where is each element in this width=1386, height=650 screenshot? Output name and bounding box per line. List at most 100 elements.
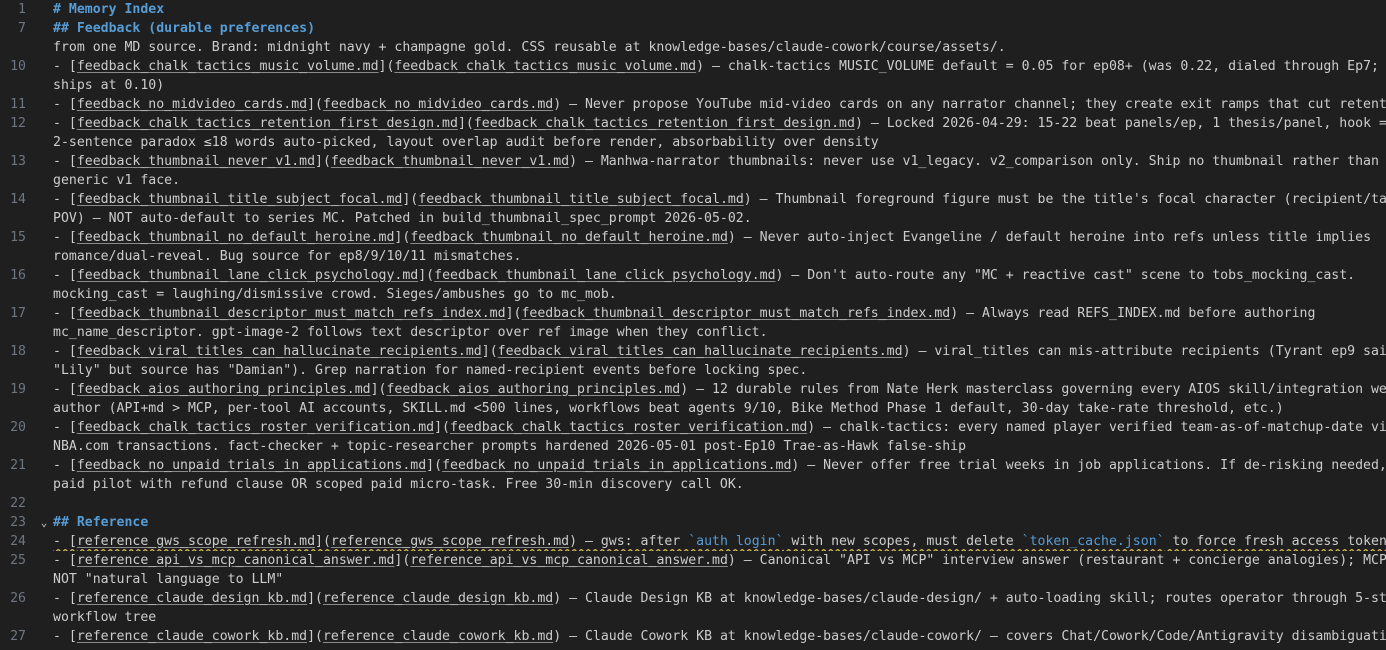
line-content[interactable]: - [reference_gws_scope_refresh.md](refer… xyxy=(52,532,1386,551)
link-text[interactable]: feedback_viral_titles_can_hallucinate_re… xyxy=(77,344,482,359)
link-target[interactable]: feedback_chalk_tactics_retention_first_d… xyxy=(474,116,855,131)
link-text[interactable]: feedback_thumbnail_lane_click_psychology… xyxy=(77,268,418,283)
link-target[interactable]: feedback_thumbnail_descriptor_must_match… xyxy=(521,306,950,321)
line-content[interactable]: NOT "natural language to LLM" xyxy=(52,570,1386,589)
editor-line[interactable]: POV) — NOT auto-default to series MC. Pa… xyxy=(0,209,1386,228)
editor-line[interactable]: author (API+md > MCP, per-tool AI accoun… xyxy=(0,399,1386,418)
editor-line[interactable]: NBA.com transactions. fact-checker + top… xyxy=(0,437,1386,456)
line-content[interactable]: - [reference_api_vs_mcp_canonical_answer… xyxy=(52,551,1386,570)
editor-line[interactable]: "Lily" but source has "Damian"). Grep na… xyxy=(0,361,1386,380)
link-target[interactable]: feedback_no_unpaid_trials_in_application… xyxy=(442,458,791,473)
link-target[interactable]: feedback_thumbnail_never_v1.md xyxy=(331,154,569,169)
editor-line[interactable]: 24- [reference_gws_scope_refresh.md](ref… xyxy=(0,532,1386,551)
line-content[interactable]: ## Reference xyxy=(52,513,1386,532)
sticky-line[interactable]: 1 # Memory Index xyxy=(0,0,1386,19)
editor-line[interactable]: 2-sentence paradox ≤18 words auto-picked… xyxy=(0,133,1386,152)
editor-line[interactable]: workflow tree xyxy=(0,608,1386,627)
link-text[interactable]: reference_claude_design_kb.md xyxy=(77,591,307,606)
line-content[interactable]: - [feedback_thumbnail_descriptor_must_ma… xyxy=(52,304,1386,323)
line-content[interactable]: generic v1 face. xyxy=(52,171,1386,190)
line-content[interactable]: POV) — NOT auto-default to series MC. Pa… xyxy=(52,209,1386,228)
link-target[interactable]: feedback_thumbnail_title_subject_focal.m… xyxy=(418,192,744,207)
line-content[interactable]: - [feedback_no_unpaid_trials_in_applicat… xyxy=(52,456,1386,475)
editor-line[interactable]: from one MD source. Brand: midnight navy… xyxy=(0,38,1386,57)
link-text[interactable]: reference_api_vs_mcp_canonical_answer.md xyxy=(77,553,395,568)
editor-lines[interactable]: from one MD source. Brand: midnight navy… xyxy=(0,38,1386,646)
link-target[interactable]: feedback_chalk_tactics_music_volume.md xyxy=(394,59,696,74)
editor-line[interactable]: generic v1 face. xyxy=(0,171,1386,190)
line-content[interactable]: 2-sentence paradox ≤18 words auto-picked… xyxy=(52,133,1386,152)
editor-line[interactable]: 11- [feedback_no_midvideo_cards.md](feed… xyxy=(0,95,1386,114)
line-content[interactable]: mocking_cast = laughing/dismissive crowd… xyxy=(52,285,1386,304)
line-content[interactable]: - [feedback_aios_authoring_principles.md… xyxy=(52,380,1386,399)
sticky-line[interactable]: 7 ## Feedback (durable preferences) xyxy=(0,19,1386,38)
link-text[interactable]: feedback_no_midvideo_cards.md xyxy=(77,97,307,112)
link-target[interactable]: feedback_aios_authoring_principles.md xyxy=(386,382,680,397)
line-content[interactable]: - [feedback_thumbnail_title_subject_foca… xyxy=(52,190,1386,209)
link-text[interactable]: feedback_no_unpaid_trials_in_application… xyxy=(77,458,426,473)
editor-line[interactable]: 16- [feedback_thumbnail_lane_click_psych… xyxy=(0,266,1386,285)
link-target[interactable]: feedback_chalk_tactics_roster_verificati… xyxy=(450,420,807,435)
line-content[interactable]: - [feedback_chalk_tactics_music_volume.m… xyxy=(52,57,1386,76)
line-content[interactable]: - [reference_claude_cowork_kb.md](refere… xyxy=(52,627,1386,646)
link-target[interactable]: feedback_no_midvideo_cards.md xyxy=(323,97,553,112)
editor-line[interactable]: 10- [feedback_chalk_tactics_music_volume… xyxy=(0,57,1386,76)
line-content[interactable]: - [feedback_chalk_tactics_roster_verific… xyxy=(52,418,1386,437)
editor-line[interactable]: NOT "natural language to LLM" xyxy=(0,570,1386,589)
editor-line[interactable]: 15- [feedback_thumbnail_no_default_heroi… xyxy=(0,228,1386,247)
editor-line[interactable]: 27- [reference_claude_cowork_kb.md](refe… xyxy=(0,627,1386,646)
editor-line[interactable]: romance/dual-reveal. Bug source for ep8/… xyxy=(0,247,1386,266)
code-editor[interactable]: 1 # Memory Index 7 ## Feedback (durable … xyxy=(0,0,1386,650)
link-text[interactable]: feedback_thumbnail_never_v1.md xyxy=(77,154,315,169)
editor-line[interactable]: 23 ⌄ ## Reference xyxy=(0,513,1386,532)
link-text[interactable]: feedback_aios_authoring_principles.md xyxy=(77,382,371,397)
editor-line[interactable]: 18- [feedback_viral_titles_can_hallucina… xyxy=(0,342,1386,361)
line-content[interactable]: author (API+md > MCP, per-tool AI accoun… xyxy=(52,399,1386,418)
sticky-scroll-header[interactable]: 1 # Memory Index 7 ## Feedback (durable … xyxy=(0,0,1386,38)
link-target[interactable]: reference_gws_scope_refresh.md xyxy=(331,534,569,549)
line-content[interactable]: from one MD source. Brand: midnight navy… xyxy=(52,38,1386,57)
line-content[interactable]: - [reference_claude_design_kb.md](refere… xyxy=(52,589,1386,608)
line-content[interactable]: - [feedback_viral_titles_can_hallucinate… xyxy=(52,342,1386,361)
link-text[interactable]: reference_claude_cowork_kb.md xyxy=(77,629,307,644)
editor-line[interactable]: ships at 0.10) xyxy=(0,76,1386,95)
link-text[interactable]: feedback_chalk_tactics_music_volume.md xyxy=(77,59,379,74)
line-content[interactable]: paid pilot with refund clause OR scoped … xyxy=(52,475,1386,494)
line-content[interactable]: - [feedback_no_midvideo_cards.md](feedba… xyxy=(52,95,1386,114)
link-target[interactable]: feedback_viral_titles_can_hallucinate_re… xyxy=(498,344,903,359)
editor-line[interactable]: 13- [feedback_thumbnail_never_v1.md](fee… xyxy=(0,152,1386,171)
line-content[interactable]: romance/dual-reveal. Bug source for ep8/… xyxy=(52,247,1386,266)
line-content[interactable]: - [feedback_thumbnail_no_default_heroine… xyxy=(52,228,1386,247)
editor-line[interactable]: 20- [feedback_chalk_tactics_roster_verif… xyxy=(0,418,1386,437)
editor-line[interactable]: mc_name_descriptor. gpt-image-2 follows … xyxy=(0,323,1386,342)
link-target[interactable]: reference_api_vs_mcp_canonical_answer.md xyxy=(410,553,728,568)
editor-line[interactable]: 26- [reference_claude_design_kb.md](refe… xyxy=(0,589,1386,608)
link-target[interactable]: reference_claude_cowork_kb.md xyxy=(323,629,553,644)
sticky-heading-memory-index[interactable]: # Memory Index xyxy=(52,0,1386,19)
fold-chevron-icon[interactable]: ⌄ xyxy=(37,513,51,532)
editor-line[interactable]: mocking_cast = laughing/dismissive crowd… xyxy=(0,285,1386,304)
line-content[interactable]: - [feedback_thumbnail_lane_click_psychol… xyxy=(52,266,1386,285)
line-content[interactable]: - [feedback_chalk_tactics_retention_firs… xyxy=(52,114,1386,133)
link-text[interactable]: reference_gws_scope_refresh.md xyxy=(77,534,315,549)
link-text[interactable]: feedback_chalk_tactics_retention_first_d… xyxy=(77,116,458,131)
link-target[interactable]: feedback_thumbnail_no_default_heroine.md xyxy=(410,230,728,245)
line-content[interactable]: NBA.com transactions. fact-checker + top… xyxy=(52,437,1386,456)
sticky-heading-feedback[interactable]: ## Feedback (durable preferences) xyxy=(52,19,1386,38)
editor-line[interactable]: 25- [reference_api_vs_mcp_canonical_answ… xyxy=(0,551,1386,570)
line-content[interactable]: "Lily" but source has "Damian"). Grep na… xyxy=(52,361,1386,380)
link-text[interactable]: feedback_thumbnail_no_default_heroine.md xyxy=(77,230,395,245)
link-text[interactable]: feedback_chalk_tactics_roster_verificati… xyxy=(77,420,434,435)
editor-line[interactable]: 21- [feedback_no_unpaid_trials_in_applic… xyxy=(0,456,1386,475)
editor-line[interactable]: 12- [feedback_chalk_tactics_retention_fi… xyxy=(0,114,1386,133)
link-text[interactable]: feedback_thumbnail_title_subject_focal.m… xyxy=(77,192,403,207)
editor-line[interactable]: 14- [feedback_thumbnail_title_subject_fo… xyxy=(0,190,1386,209)
line-content[interactable]: workflow tree xyxy=(52,608,1386,627)
link-text[interactable]: feedback_thumbnail_descriptor_must_match… xyxy=(77,306,506,321)
line-content[interactable]: - [feedback_thumbnail_never_v1.md](feedb… xyxy=(52,152,1386,171)
link-target[interactable]: reference_claude_design_kb.md xyxy=(323,591,553,606)
editor-line[interactable]: 17- [feedback_thumbnail_descriptor_must_… xyxy=(0,304,1386,323)
line-content[interactable] xyxy=(52,494,1386,513)
line-content[interactable]: mc_name_descriptor. gpt-image-2 follows … xyxy=(52,323,1386,342)
link-target[interactable]: feedback_thumbnail_lane_click_psychology… xyxy=(434,268,775,283)
